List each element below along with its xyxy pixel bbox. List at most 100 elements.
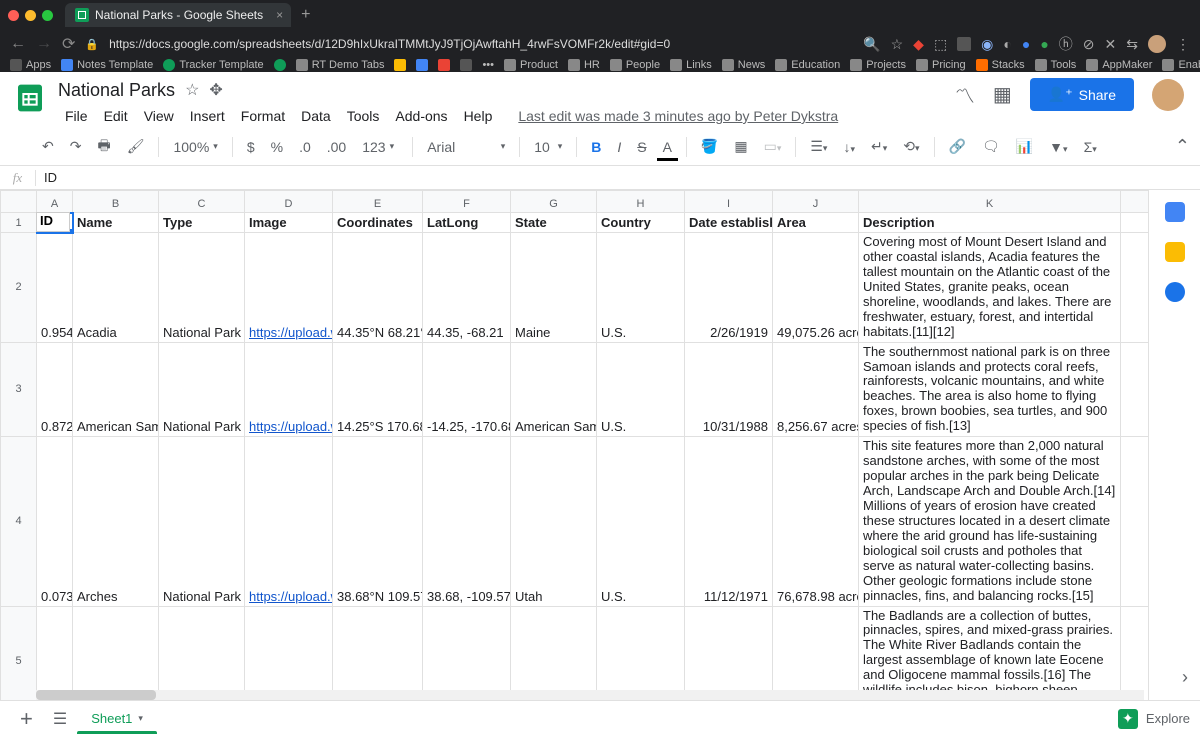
cell[interactable] — [1121, 342, 1149, 437]
percent-button[interactable]: % — [265, 135, 289, 159]
cell[interactable]: -14.25, -170.68 — [423, 342, 511, 437]
cell[interactable]: 14.25°S 170.68°W — [333, 342, 423, 437]
collapse-toolbar-button[interactable]: ⌃ — [1175, 136, 1190, 157]
rotate-button[interactable]: ⟲▾ — [897, 134, 925, 159]
bookmark-folder[interactable]: Education — [775, 59, 840, 71]
col-header[interactable]: K — [859, 191, 1121, 213]
menu-addons[interactable]: Add-ons — [388, 104, 454, 128]
cell[interactable]: 2/26/1919 — [685, 233, 773, 343]
ext-icon[interactable]: ◐ — [1003, 36, 1011, 52]
cell[interactable]: Covering most of Mount Desert Island and… — [859, 233, 1121, 343]
cell[interactable]: The southernmost national park is on thr… — [859, 342, 1121, 437]
bookmark-item[interactable]: Tracker Template — [163, 59, 263, 71]
menu-edit[interactable]: Edit — [97, 104, 135, 128]
ext-icon[interactable]: ⬚ — [934, 36, 947, 53]
merge-button[interactable]: ▭▾ — [758, 134, 788, 159]
bookmark-folder[interactable]: Tools — [1035, 59, 1077, 71]
cell[interactable]: 0.872 — [37, 342, 73, 437]
profile-avatar-icon[interactable] — [1148, 35, 1166, 53]
col-header[interactable]: L — [1121, 191, 1149, 213]
col-header[interactable]: I — [685, 191, 773, 213]
cell[interactable]: Coordinates — [333, 213, 423, 233]
paint-format-button[interactable]: 🖌 — [121, 134, 151, 159]
bookmark-item[interactable] — [416, 59, 428, 71]
fill-color-button[interactable]: 🪣 — [695, 134, 724, 159]
cell[interactable]: 76,678.98 acres — [773, 437, 859, 606]
doc-title[interactable]: National Parks — [58, 80, 175, 101]
h-align-button[interactable]: ☰▾ — [804, 134, 833, 159]
zoom-select[interactable]: 100%▾ — [167, 135, 223, 159]
cell[interactable]: National Park — [159, 437, 245, 606]
bookmark-item[interactable] — [460, 59, 472, 71]
col-header[interactable]: G — [511, 191, 597, 213]
ext-icon[interactable]: ✕ — [1105, 36, 1117, 53]
italic-button[interactable]: I — [611, 135, 627, 159]
text-color-button[interactable]: A — [657, 135, 678, 159]
row-header[interactable]: 2 — [1, 233, 37, 343]
last-edit-link[interactable]: Last edit was made 3 minutes ago by Pete… — [511, 104, 845, 128]
col-header[interactable]: F — [423, 191, 511, 213]
col-header[interactable]: D — [245, 191, 333, 213]
cell[interactable]: U.S. — [597, 233, 685, 343]
menu-tools[interactable]: Tools — [340, 104, 387, 128]
redo-button[interactable]: ↷ — [64, 134, 88, 159]
bookmark-item[interactable]: Stacks — [976, 59, 1025, 71]
cell[interactable]: Utah — [511, 437, 597, 606]
ext-icon[interactable]: ◆ — [913, 36, 924, 53]
decrease-decimal-button[interactable]: .0 — [293, 135, 317, 159]
cell[interactable]: 44.35, -68.21 — [423, 233, 511, 343]
menu-insert[interactable]: Insert — [183, 104, 232, 128]
link-button[interactable]: 🔗 — [943, 134, 972, 159]
formula-input[interactable]: ID — [36, 170, 65, 185]
cell[interactable]: 11/12/1971 — [685, 437, 773, 606]
ext-icon[interactable]: ⓗ — [1059, 34, 1073, 54]
ext-icon[interactable]: ● — [1022, 36, 1030, 52]
cell[interactable]: Maine — [511, 233, 597, 343]
cell[interactable]: https://upload.wi — [245, 437, 333, 606]
font-select[interactable]: Arial▾ — [421, 135, 511, 159]
star-button[interactable]: ☆ — [185, 80, 199, 100]
cell[interactable]: Image — [245, 213, 333, 233]
bookmark-folder[interactable]: Enablement — [1162, 59, 1200, 71]
cell[interactable]: Name — [73, 213, 159, 233]
cell[interactable]: Country — [597, 213, 685, 233]
ext-icon[interactable]: ⇆ — [1126, 36, 1138, 53]
cell[interactable]: National Park — [159, 342, 245, 437]
font-size-select[interactable]: 10▾ — [528, 135, 568, 159]
functions-button[interactable]: Σ▾ — [1078, 135, 1103, 159]
cell[interactable]: 38.68, -109.57 — [423, 437, 511, 606]
bookmark-item[interactable] — [274, 59, 286, 71]
v-align-button[interactable]: ↓▾ — [837, 135, 861, 159]
add-sheet-button[interactable]: + — [10, 706, 43, 732]
comments-icon[interactable]: ▦ — [993, 82, 1012, 107]
keep-icon[interactable] — [1165, 242, 1185, 262]
sheet-tab[interactable]: Sheet1 ▾ — [77, 703, 157, 734]
cell[interactable]: 0.954 — [37, 233, 73, 343]
cell[interactable]: Acadia — [73, 233, 159, 343]
cell[interactable]: 10/31/1988 — [685, 342, 773, 437]
account-avatar[interactable] — [1152, 79, 1184, 111]
bookmark-folder[interactable]: News — [722, 59, 766, 71]
bookmark-folder[interactable]: People — [610, 59, 660, 71]
menu-data[interactable]: Data — [294, 104, 338, 128]
cell[interactable]: 44.35°N 68.21°W — [333, 233, 423, 343]
currency-button[interactable]: $ — [241, 135, 261, 159]
bookmark-item[interactable] — [438, 59, 450, 71]
activity-icon[interactable]: 〽 — [955, 80, 975, 109]
menu-icon[interactable]: ⋮ — [1176, 36, 1190, 53]
col-header[interactable]: C — [159, 191, 245, 213]
bookmark-item[interactable]: ••• — [482, 59, 494, 71]
spreadsheet-grid[interactable]: ID ABCDEFGHIJKLM1IDNameTypeImageCoordina… — [0, 190, 1148, 709]
undo-button[interactable]: ↶ — [36, 134, 60, 159]
cell[interactable]: U.S. — [597, 342, 685, 437]
cell[interactable] — [1121, 233, 1149, 343]
new-tab-button[interactable]: + — [301, 6, 310, 24]
cell[interactable] — [1121, 437, 1149, 606]
cell[interactable]: https://upload.wi — [245, 342, 333, 437]
cell[interactable]: U.S. — [597, 437, 685, 606]
col-header[interactable]: H — [597, 191, 685, 213]
tasks-icon[interactable] — [1165, 282, 1185, 302]
apps-button[interactable]: Apps — [10, 59, 51, 71]
row-header[interactable]: 4 — [1, 437, 37, 606]
reload-button[interactable]: ⟳ — [62, 34, 75, 54]
